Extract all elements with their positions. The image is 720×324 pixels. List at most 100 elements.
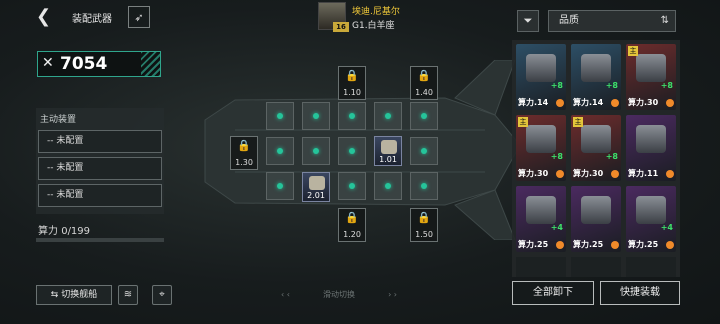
lock-icon: 🔒 <box>345 69 359 82</box>
chevron-right-icon: › › <box>388 290 398 299</box>
active-equipment-panel: 主动装置 -- 未配置 -- 未配置 -- 未配置 <box>36 108 164 214</box>
item-compute: 算力.14 <box>573 98 604 107</box>
page-title: 装配武器 <box>72 14 112 25</box>
upgrade-badge-icon <box>556 241 564 249</box>
item-level: +8 <box>660 81 673 90</box>
inventory-item[interactable]: +4 算力.25 <box>626 186 676 252</box>
lock-icon: 🔒 <box>417 211 431 224</box>
weapon-slot[interactable] <box>338 102 366 130</box>
weapon-icon <box>636 196 666 224</box>
weapon-slot[interactable] <box>266 102 294 130</box>
wing-icon[interactable]: ≋ <box>118 285 138 305</box>
sort-dropdown[interactable]: 品质 ⇅ <box>548 10 676 32</box>
compute-label: 算力 0/199 <box>38 226 91 237</box>
upgrade-badge-icon <box>666 170 674 178</box>
lock-icon: 🔒 <box>237 139 251 152</box>
item-compute: 算力.30 <box>573 169 604 178</box>
lock-icon: 🔒 <box>417 69 431 82</box>
inventory-item[interactable]: 主 +8 算力.30 <box>626 44 676 110</box>
pilot-name: 埃迪.尼基尔 <box>352 7 400 17</box>
inventory-item[interactable]: +4 算力.25 <box>516 186 566 252</box>
weapon-icon <box>636 54 666 82</box>
inventory-item[interactable]: 算力.11 <box>626 115 676 181</box>
inventory-empty-slot <box>626 257 676 277</box>
locked-slot[interactable]: 🔒 1.20 <box>338 208 366 242</box>
main-tag: 主 <box>518 117 528 127</box>
main-tag: 主 <box>628 46 638 56</box>
item-compute: 算力.30 <box>518 169 549 178</box>
weapon-icon <box>581 54 611 82</box>
weapon-slot[interactable] <box>266 137 294 165</box>
sort-order-icon: ⇅ <box>660 15 669 26</box>
upgrade-badge-icon <box>666 99 674 107</box>
item-compute: 算力.25 <box>573 240 604 249</box>
locked-slot[interactable]: 🔒 1.50 <box>410 208 438 242</box>
weapon-slot[interactable] <box>410 102 438 130</box>
weapon-icon <box>581 196 611 224</box>
switch-ship-button[interactable]: ⇆ 切换舰船 <box>36 285 112 305</box>
quick-equip-button[interactable]: 快捷装载 <box>600 281 680 305</box>
back-arrow-icon[interactable]: ❮ <box>36 8 54 26</box>
item-level: +8 <box>550 81 563 90</box>
inventory-item[interactable]: 主 +8 算力.30 <box>516 115 566 181</box>
inventory-item[interactable]: 主 +8 算力.30 <box>571 115 621 181</box>
weapon-slot[interactable] <box>374 172 402 200</box>
lock-icon: 🔒 <box>345 211 359 224</box>
main-tag: 主 <box>573 117 583 127</box>
filter-icon[interactable]: ⏷ <box>517 10 539 32</box>
weapon-icon <box>526 125 556 153</box>
item-level: +4 <box>660 223 673 232</box>
crossed-swords-icon: ✕ <box>42 55 54 71</box>
locked-slot[interactable]: 🔒 1.30 <box>230 136 258 170</box>
item-compute: 算力.14 <box>518 98 549 107</box>
pilot-ship-name: G1.白羊座 <box>352 21 395 31</box>
weapon-slot[interactable] <box>410 172 438 200</box>
locked-slot[interactable]: 🔒 1.40 <box>410 66 438 100</box>
item-level: +8 <box>605 81 618 90</box>
weapon-slot[interactable] <box>338 137 366 165</box>
upgrade-badge-icon <box>556 99 564 107</box>
upgrade-badge-icon <box>556 170 564 178</box>
active-equipment-label: 主动装置 <box>40 115 77 125</box>
weapon-slot[interactable] <box>302 137 330 165</box>
item-compute: 算力.25 <box>518 240 549 249</box>
item-level: +8 <box>550 152 563 161</box>
combat-power-value: 7054 <box>60 54 108 74</box>
upgrade-badge-icon <box>611 99 619 107</box>
inventory-empty-slot <box>571 257 621 277</box>
emblem-icon[interactable]: ⌖ <box>152 285 172 305</box>
item-compute: 算力.25 <box>628 240 659 249</box>
inventory-grid: +8 算力.14 +8 算力.14 主 +8 算力.30 主 +8 算力.30 主 +8 算力.30 算力… <box>512 40 680 277</box>
weapon-icon <box>526 196 556 224</box>
weapon-slot[interactable] <box>374 102 402 130</box>
unequip-all-button[interactable]: 全部卸下 <box>512 281 594 305</box>
active-slot[interactable]: -- 未配置 <box>38 157 162 180</box>
chevron-left-icon: ‹ ‹ <box>280 290 290 299</box>
item-level: +4 <box>550 223 563 232</box>
item-level: +8 <box>605 152 618 161</box>
compute-max: /199 <box>67 226 91 237</box>
weapon-icon <box>309 176 325 190</box>
upgrade-badge-icon <box>611 241 619 249</box>
inventory-item[interactable]: +8 算力.14 <box>516 44 566 110</box>
swipe-hint: ‹ ‹ 滑动切换 › › <box>280 290 398 299</box>
active-slot[interactable]: -- 未配置 <box>38 184 162 207</box>
item-compute: 算力.30 <box>628 98 659 107</box>
weapon-slot[interactable] <box>338 172 366 200</box>
combat-power-box: ✕ 7054 <box>37 51 161 77</box>
equipped-weapon-slot[interactable]: 1.01 <box>374 136 402 166</box>
upgrade-badge-icon <box>666 241 674 249</box>
weapon-icon <box>581 125 611 153</box>
inventory-item[interactable]: +8 算力.14 <box>571 44 621 110</box>
sort-label: 品质 <box>559 15 579 26</box>
locked-slot[interactable]: 🔒 1.10 <box>338 66 366 100</box>
equipped-weapon-slot[interactable]: 2.01 <box>302 172 330 202</box>
inventory-item[interactable]: 算力.25 <box>571 186 621 252</box>
weapon-slot[interactable] <box>266 172 294 200</box>
weapon-slot[interactable] <box>410 137 438 165</box>
active-slot[interactable]: -- 未配置 <box>38 130 162 153</box>
inventory-empty-slot <box>516 257 566 277</box>
weapon-slot[interactable] <box>302 102 330 130</box>
rocket-icon[interactable]: ➶ <box>128 6 150 28</box>
pilot-level-badge: 16 <box>333 22 349 32</box>
